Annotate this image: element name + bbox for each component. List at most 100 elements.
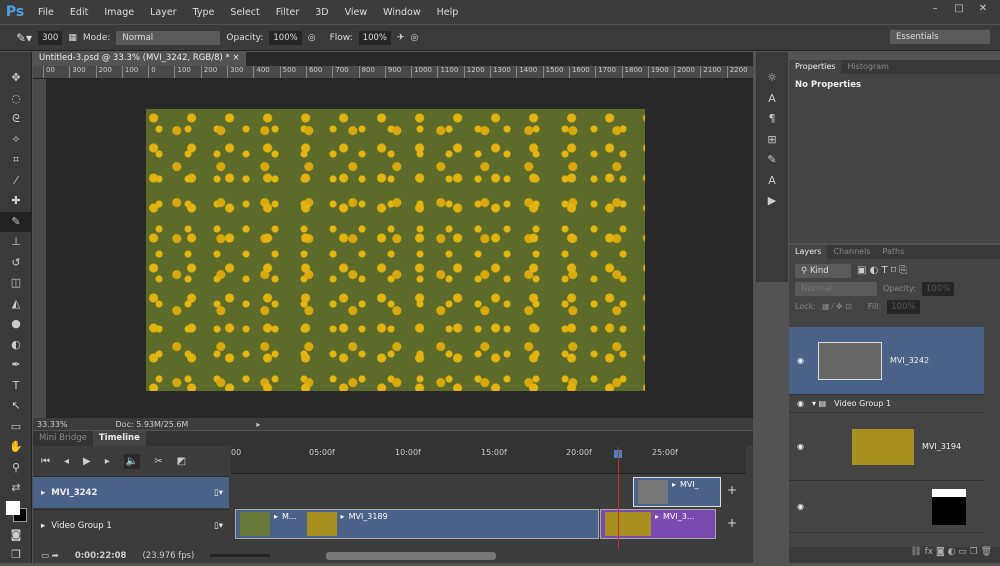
- zoom-slider[interactable]: [210, 554, 271, 557]
- color-swatches[interactable]: [0, 499, 31, 525]
- layer-opacity-field[interactable]: 100%: [921, 281, 955, 296]
- track-mvi-3242[interactable]: ▸ MVI_3242 ▯▾: [33, 476, 229, 508]
- visibility-eye-icon: ◉: [797, 502, 804, 511]
- tab-histogram[interactable]: Histogram: [841, 60, 895, 74]
- quick-select-tool-icon[interactable]: ✧: [0, 130, 32, 151]
- minimize-button[interactable]: –: [924, 3, 946, 17]
- type-tool-icon[interactable]: T: [0, 376, 32, 397]
- crop-tool-icon[interactable]: ⌗: [0, 150, 32, 171]
- airbrush-icon[interactable]: ✈: [397, 33, 405, 43]
- canvas-video-frame[interactable]: [146, 109, 645, 391]
- shape-tool-icon[interactable]: ▭: [0, 417, 32, 438]
- actions-play-icon[interactable]: ▶: [756, 191, 788, 212]
- move-tool-icon[interactable]: ✥: [0, 68, 32, 89]
- menu-file[interactable]: File: [30, 7, 62, 18]
- dodge-tool-icon[interactable]: ◐: [0, 335, 32, 356]
- brush-panel-icon[interactable]: ▦: [68, 33, 77, 43]
- clip-mvi-3242[interactable]: ▸ MVI_: [633, 477, 721, 507]
- paint-bucket-icon[interactable]: ◭: [0, 294, 32, 315]
- brush-tool-icon[interactable]: ✎: [0, 211, 32, 232]
- menu-type[interactable]: Type: [185, 7, 223, 18]
- path-select-icon[interactable]: ↖: [0, 396, 32, 417]
- swap-colors-icon[interactable]: ⇄: [0, 478, 32, 499]
- mode-select[interactable]: Normal: [116, 30, 221, 45]
- ruler-tick: 1700: [595, 66, 621, 78]
- quick-mask-icon[interactable]: ◙: [0, 525, 32, 546]
- layer-mvi-3194[interactable]: ◉ MVI_3194: [789, 413, 984, 481]
- blend-mode-select[interactable]: Normal: [795, 281, 877, 296]
- menu-edit[interactable]: Edit: [62, 7, 96, 18]
- lock-icons[interactable]: ▦ ⁄ ✥ ⊡: [822, 302, 852, 311]
- healing-tool-icon[interactable]: ✚: [0, 191, 32, 212]
- ruler-tick: 1200: [463, 66, 490, 78]
- pressure-opacity-icon[interactable]: ◎: [308, 33, 316, 43]
- maximize-button[interactable]: □: [948, 3, 970, 17]
- character-icon[interactable]: A: [756, 89, 788, 110]
- eyedropper-tool-icon[interactable]: ⁄: [0, 171, 32, 192]
- menu-3d[interactable]: 3D: [307, 7, 336, 18]
- clip-mvi-3189[interactable]: ▸ M... ▸ MVI_3189: [235, 509, 599, 539]
- close-button[interactable]: ✕: [972, 3, 994, 17]
- paragraph-icon[interactable]: ¶: [756, 109, 788, 130]
- add-media-icon[interactable]: +: [727, 516, 737, 530]
- go-to-first-frame-icon[interactable]: ⏮: [41, 456, 50, 467]
- document-tab[interactable]: Untitled-3.psd @ 33.3% (MVI_3242, RGB/8)…: [33, 52, 246, 66]
- lasso-tool-icon[interactable]: ᘓ: [0, 109, 32, 130]
- flow-field[interactable]: 100%: [358, 30, 391, 45]
- play-icon[interactable]: ▶: [83, 456, 91, 467]
- ruler-tick: 00: [43, 66, 69, 78]
- layers-footer-icons[interactable]: ⛓ fx ◙ ◐ ▭ ❐ 🗑: [789, 547, 1000, 563]
- add-media-icon[interactable]: +: [727, 483, 737, 497]
- tab-channels[interactable]: Channels: [827, 245, 876, 259]
- history-brush-icon[interactable]: ↺: [0, 253, 32, 274]
- filter-kind-select[interactable]: ⚲ Kind: [795, 263, 851, 278]
- menu-window[interactable]: Window: [375, 7, 428, 18]
- fill-field[interactable]: 100%: [887, 299, 920, 314]
- next-frame-icon[interactable]: ▸: [105, 456, 110, 467]
- pen-tool-icon[interactable]: ✒: [0, 355, 32, 376]
- tab-layers[interactable]: Layers: [789, 245, 828, 259]
- audio-icon[interactable]: 🔈: [123, 453, 141, 469]
- hand-tool-icon[interactable]: ✋: [0, 437, 32, 458]
- brush-size[interactable]: 300: [38, 30, 63, 45]
- layer-adjustment[interactable]: ◉: [789, 481, 984, 533]
- clone-source-icon[interactable]: ⊞: [756, 130, 788, 151]
- playhead[interactable]: [618, 447, 619, 549]
- pressure-size-icon[interactable]: ◎: [411, 33, 419, 43]
- horizontal-scrollbar[interactable]: [326, 551, 497, 560]
- tab-mini-bridge[interactable]: Mini Bridge: [33, 431, 93, 446]
- opacity-field[interactable]: 100%: [269, 30, 302, 45]
- tab-timeline[interactable]: Timeline: [92, 431, 146, 446]
- zoom-level[interactable]: 33.33%: [37, 420, 68, 429]
- workspace-select[interactable]: Essentials: [890, 30, 990, 44]
- menu-image[interactable]: Image: [96, 7, 142, 18]
- layer-mvi-3242[interactable]: ◉ MVI_3242: [789, 327, 984, 395]
- track-video-group-1[interactable]: ▸ Video Group 1 ▯▾: [33, 509, 229, 541]
- menu-filter[interactable]: Filter: [268, 7, 308, 18]
- menu-layer[interactable]: Layer: [142, 7, 185, 18]
- render-icon[interactable]: ▭ ➦: [41, 551, 59, 561]
- time-ruler[interactable]: 00 05:00f 10:00f 15:00f 20:00f 25:00f: [231, 446, 746, 474]
- eraser-tool-icon[interactable]: ◫: [0, 273, 32, 294]
- visibility-eye-icon: ◉: [797, 399, 804, 408]
- adjustments-icon[interactable]: ☼: [756, 68, 788, 89]
- transition-icon[interactable]: ◩: [177, 456, 186, 467]
- menu-select[interactable]: Select: [222, 7, 267, 18]
- tab-paths[interactable]: Paths: [877, 245, 911, 259]
- filter-icons[interactable]: ▣ ◐ T ⌑ ⎘: [857, 265, 907, 276]
- tab-properties[interactable]: Properties: [789, 60, 842, 74]
- brush-tool-icon[interactable]: ✎▾: [16, 31, 32, 45]
- stamp-tool-icon[interactable]: ⊥: [0, 232, 32, 253]
- brush-presets-icon[interactable]: ✎: [756, 150, 788, 171]
- character-styles-icon[interactable]: A: [756, 171, 788, 192]
- status-menu-arrow-icon[interactable]: ▸: [256, 420, 260, 429]
- previous-frame-icon[interactable]: ◂: [64, 456, 69, 467]
- zoom-tool-icon[interactable]: ⚲: [0, 458, 32, 479]
- blur-tool-icon[interactable]: ●: [0, 314, 32, 335]
- screen-mode-icon[interactable]: ❐: [0, 545, 32, 566]
- menu-help[interactable]: Help: [429, 7, 467, 18]
- layer-video-group-1[interactable]: ◉ ▾ ▤ Video Group 1: [789, 395, 984, 413]
- split-scissors-icon[interactable]: ✂: [154, 456, 162, 467]
- marquee-tool-icon[interactable]: ◌: [0, 89, 32, 110]
- menu-view[interactable]: View: [337, 7, 376, 18]
